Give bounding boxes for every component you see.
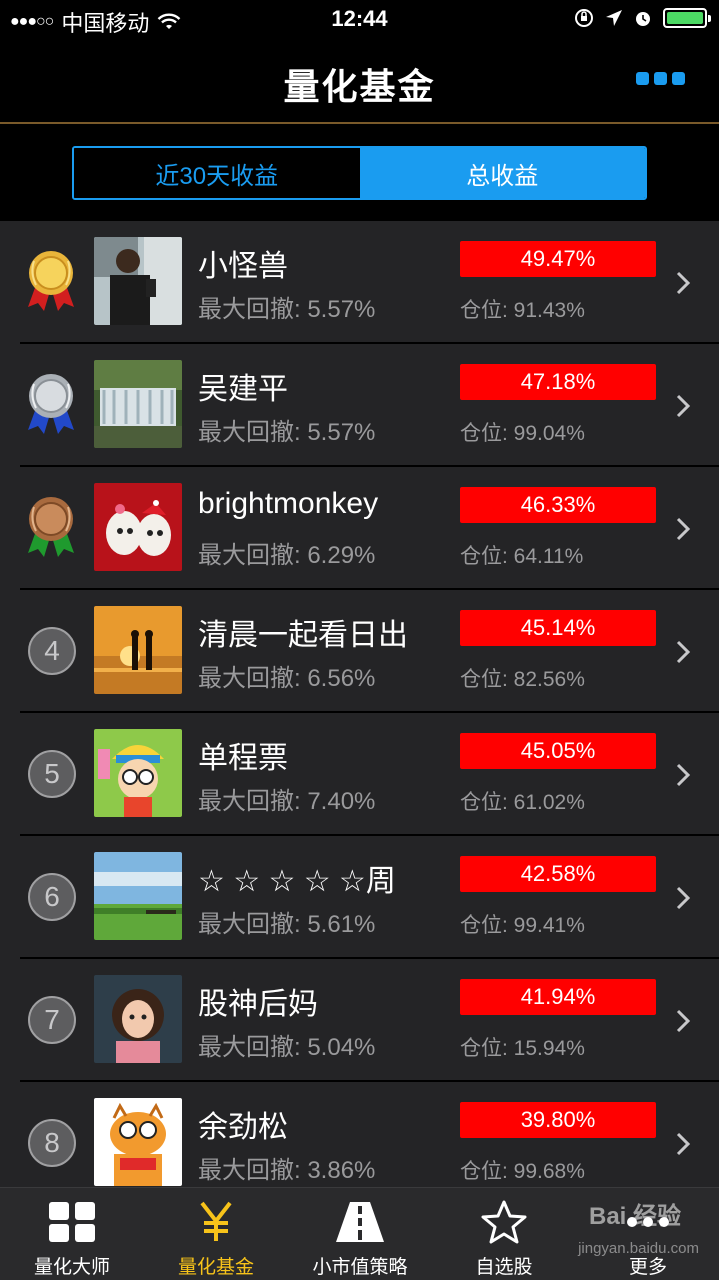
rank-number: 4 [28,627,76,675]
chevron-right-icon [676,517,691,541]
more-menu-icon[interactable] [636,72,685,85]
total-return-badge: 49.47% [460,241,656,277]
user-name: 单程票 [198,742,288,775]
rank-number: 6 [28,873,76,921]
max-drawdown: 最大回撤: 5.04% [198,1034,376,1061]
chevron-right-icon [676,394,691,418]
total-return-badge: 39.80% [460,1102,656,1138]
table-row[interactable]: 5 单程票 最大回撤: 7.40% 45.05% 仓位: 61.02% [0,713,719,836]
position-ratio: 仓位: 99.04% [460,422,585,445]
tab-30-day-return[interactable]: 近30天收益 [74,148,360,198]
watermark-url: jingyan.baidu.com [578,1240,699,1257]
orientation-lock-icon [575,9,593,27]
rank-number: 5 [28,750,76,798]
tab-label: 自选股 [475,1257,533,1278]
tab-quant-fund[interactable]: 量化基金 [144,1188,288,1280]
tab-small-cap-strategy[interactable]: 小市值策略 [288,1188,432,1280]
avatar [94,237,182,325]
yen-icon [192,1198,240,1246]
max-drawdown: 最大回撤: 5.57% [198,419,376,446]
segment-container: 近30天收益 总收益 [0,126,719,221]
tab-label: 量化大师 [33,1257,110,1278]
user-name: 清晨一起看日出 [198,619,408,652]
position-ratio: 仓位: 99.68% [460,1160,585,1183]
user-name: 吴建平 [198,373,288,406]
position-ratio: 仓位: 61.02% [460,791,585,814]
battery-icon [663,8,711,28]
table-row[interactable]: 4 清晨一起看日出 最大回撤: 6.56% 45.14% 仓位: 82.56% [0,590,719,713]
table-row[interactable]: 吴建平 最大回撤: 5.57% 47.18% 仓位: 99.04% [0,344,719,467]
max-drawdown: 最大回撤: 6.56% [198,665,376,692]
table-row[interactable]: 7 股神后妈 最大回撤: 5.04% 41.94% 仓位: 15.94% [0,959,719,1082]
table-row[interactable]: 小怪兽 最大回撤: 5.57% 49.47% 仓位: 91.43% [0,221,719,344]
total-return-badge: 45.14% [460,610,656,646]
alarm-icon [636,12,650,26]
star-icon [480,1198,528,1246]
avatar [94,1098,182,1186]
page-title: 量化基金 [283,66,436,107]
position-ratio: 仓位: 82.56% [460,668,585,691]
avatar [94,975,182,1063]
avatar [94,483,182,571]
chevron-right-icon [676,271,691,295]
user-name: ☆ ☆ ☆ ☆ ☆周 [198,865,396,898]
chevron-right-icon [676,763,691,787]
tab-watchlist[interactable]: 自选股 [432,1188,576,1280]
position-ratio: 仓位: 91.43% [460,299,585,322]
user-name: 股神后妈 [198,988,318,1021]
user-name: brightmonkey [198,487,379,520]
avatar [94,852,182,940]
max-drawdown: 最大回撤: 3.86% [198,1157,376,1184]
avatar [94,729,182,817]
tab-label: 小市值策略 [312,1257,408,1278]
bronze-medal-icon [28,497,74,557]
chevron-right-icon [676,1132,691,1156]
status-icons [573,7,711,29]
tab-label: 量化基金 [177,1257,254,1278]
total-return-badge: 47.18% [460,364,656,400]
avatar [94,360,182,448]
chevron-right-icon [676,886,691,910]
position-ratio: 仓位: 99.41% [460,914,585,937]
table-row[interactable]: 6 ☆ ☆ ☆ ☆ ☆周 最大回撤: 5.61% 42.58% 仓位: 99.4… [0,836,719,959]
nav-bar: 量化基金 [0,40,719,124]
return-period-segment: 近30天收益 总收益 [72,146,647,200]
chevron-right-icon [676,1009,691,1033]
chevron-right-icon [676,640,691,664]
road-icon [336,1198,384,1246]
tab-quant-master[interactable]: 量化大师 [0,1188,144,1280]
max-drawdown: 最大回撤: 5.61% [198,911,376,938]
total-return-badge: 41.94% [460,979,656,1015]
total-return-badge: 46.33% [460,487,656,523]
table-row[interactable]: brightmonkey 最大回撤: 6.29% 46.33% 仓位: 64.1… [0,467,719,590]
max-drawdown: 最大回撤: 7.40% [198,788,376,815]
watermark-logo: Bai 经验 [588,1203,681,1230]
ranking-list: 小怪兽 最大回撤: 5.57% 49.47% 仓位: 91.43% 吴建平 最大… [0,221,719,1187]
max-drawdown: 最大回撤: 5.57% [198,296,376,323]
location-arrow-icon [606,10,622,26]
position-ratio: 仓位: 15.94% [460,1037,585,1060]
avatar [94,606,182,694]
silver-medal-icon [28,374,74,434]
table-row[interactable]: 8 余劲松 最大回撤: 3.86% 39.80% 仓位: 99.68% [0,1082,719,1187]
position-ratio: 仓位: 64.11% [460,545,584,568]
total-return-badge: 42.58% [460,856,656,892]
total-return-badge: 45.05% [460,733,656,769]
gold-medal-icon [28,251,74,311]
rank-number: 8 [28,1119,76,1167]
tab-total-return[interactable]: 总收益 [359,148,645,198]
status-bar: ●●●○○ 中国移动 12:44 [0,0,719,40]
rank-number: 7 [28,996,76,1044]
max-drawdown: 最大回撤: 6.29% [198,542,376,569]
user-name: 小怪兽 [198,250,288,283]
grid-icon [48,1198,96,1246]
user-name: 余劲松 [198,1111,288,1144]
